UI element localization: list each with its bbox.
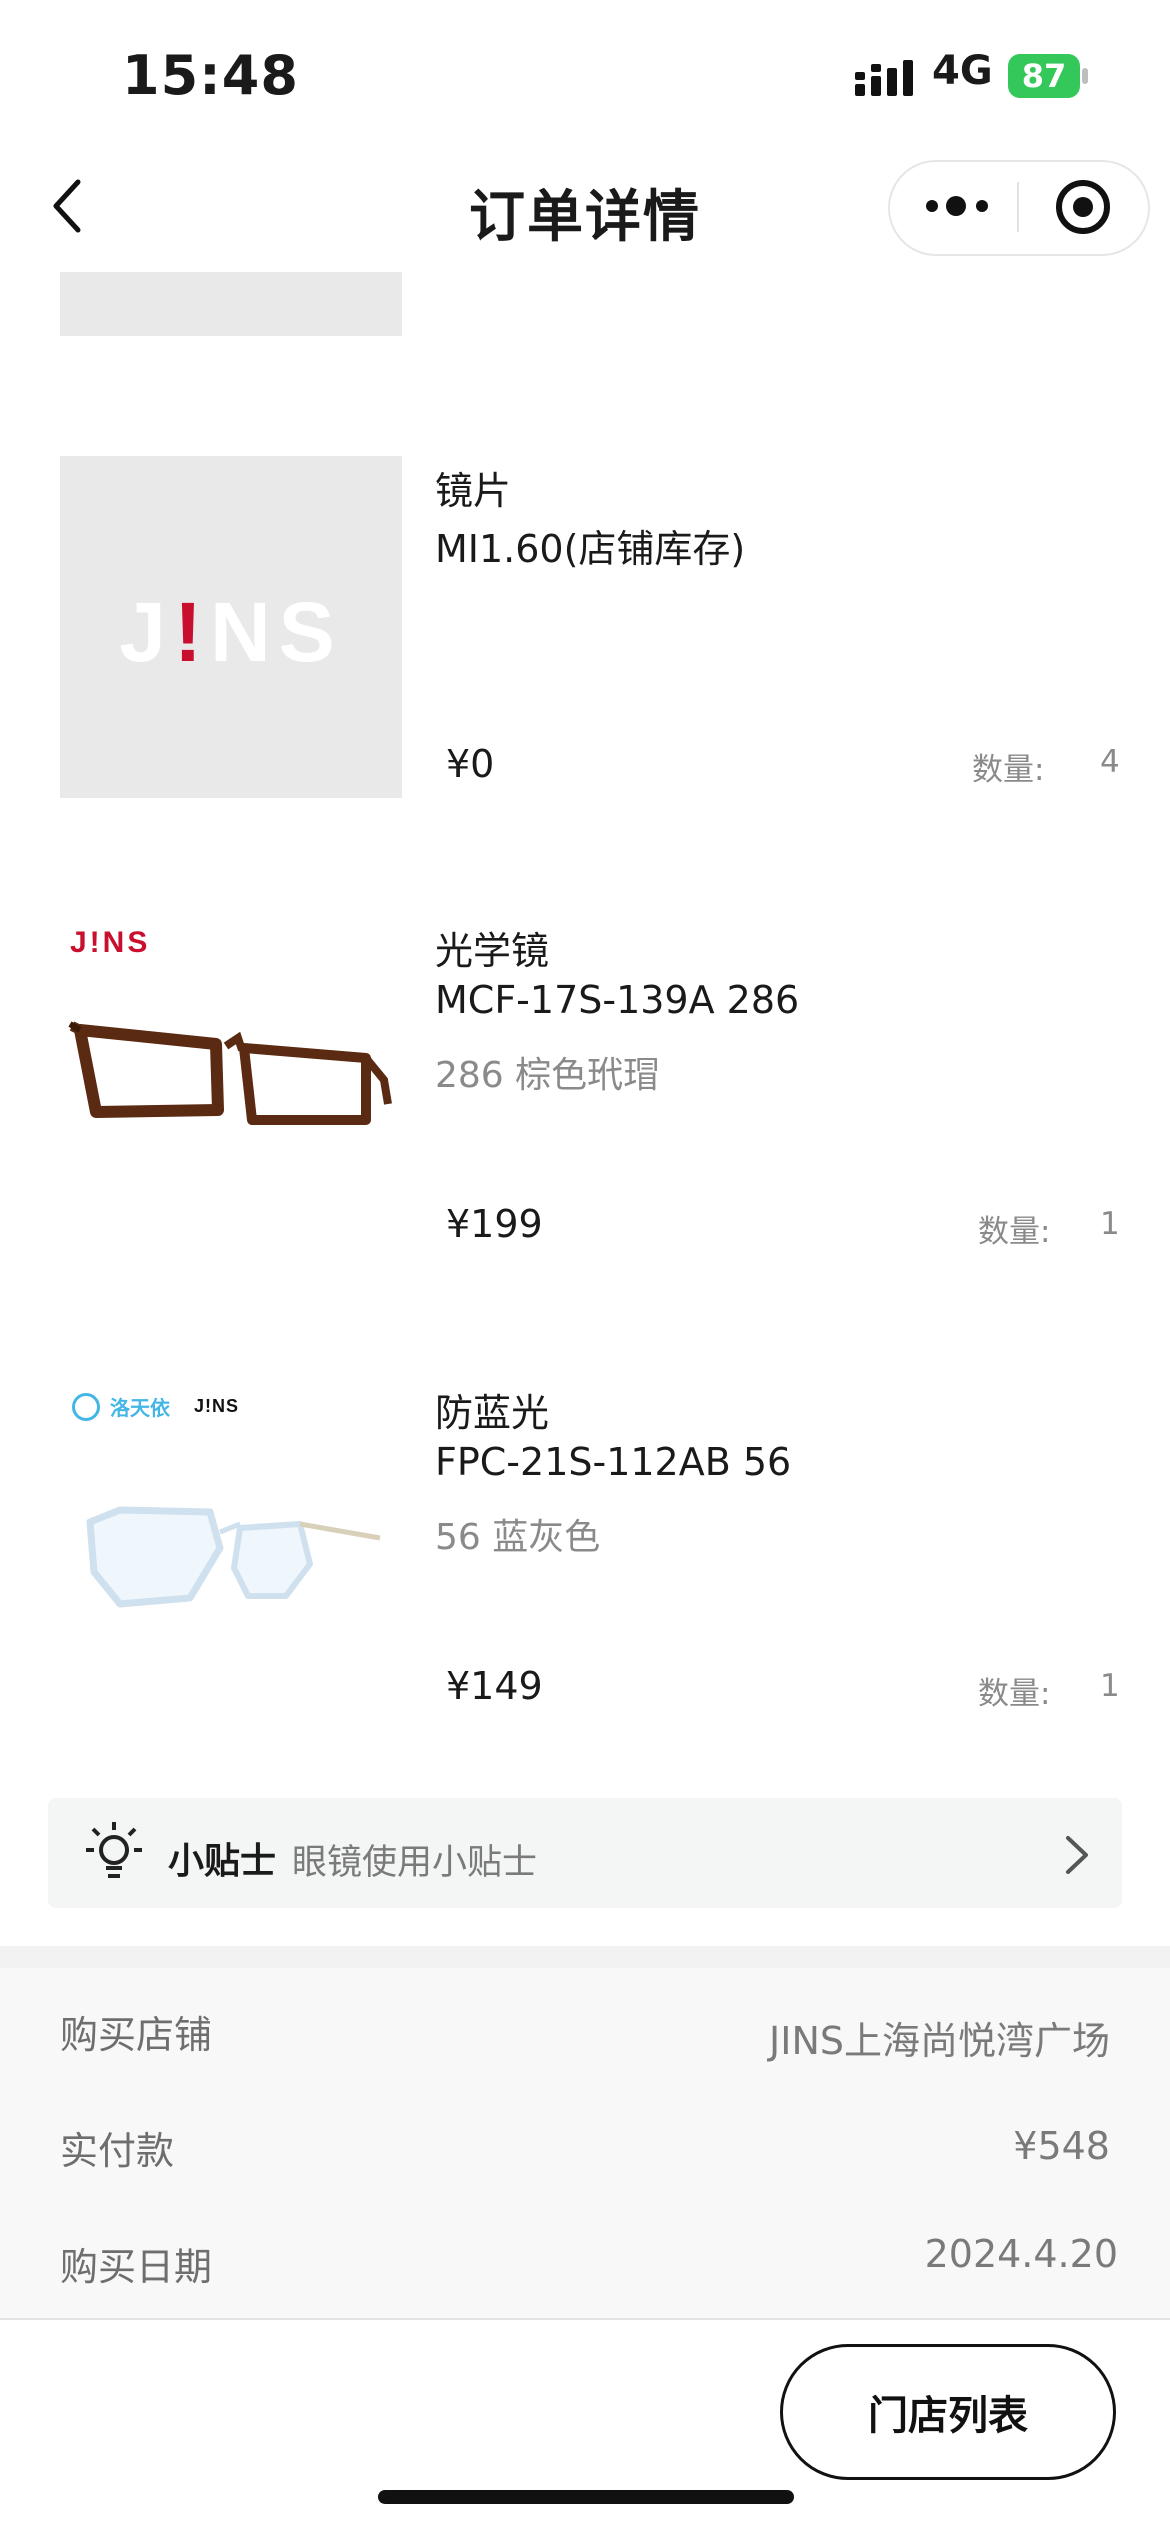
qty-label: 数量: (978, 1676, 1051, 1712)
item-price: ¥149 (446, 1664, 543, 1708)
store-value: JINS上海尚悦湾广场 (769, 2019, 1110, 2063)
target-icon[interactable] (1054, 178, 1112, 236)
lightbulb-icon (86, 1822, 142, 1878)
brown-glasses-image (68, 1021, 392, 1125)
more-dots-icon[interactable] (922, 186, 994, 226)
qty-label: 数量: (972, 752, 1045, 788)
clear-glasses-image (86, 1506, 381, 1608)
item-name: 光学镜 (435, 929, 550, 973)
status-time: 15:48 (122, 44, 299, 107)
store-label: 购买店铺 (60, 2013, 213, 2057)
network-type: 4G (932, 48, 993, 94)
item-sku: FPC-21S-112AB 56 (435, 1440, 792, 1484)
paid-value: ¥548 (1013, 2124, 1110, 2168)
battery-level: 87 (1021, 57, 1067, 95)
jins-logo-small: J!NS (194, 1396, 240, 1416)
capsule-divider (1017, 182, 1019, 232)
item-qty: 1 (1100, 1668, 1120, 1704)
paid-label: 实付款 (60, 2129, 175, 2173)
date-value: 2024.4.20 (924, 2232, 1118, 2276)
bluelight-glasses-thumbnail[interactable]: 洛天依 J!NS (60, 1378, 402, 1720)
tip-text: 眼镜使用小贴士 (292, 1843, 538, 1883)
item-name: 镜片 (435, 469, 512, 513)
badge-icon (72, 1392, 100, 1421)
item-qty: 1 (1100, 1206, 1120, 1242)
item-price: ¥0 (446, 742, 495, 786)
collab-brand: 洛天依 (110, 1396, 170, 1420)
footer-divider (0, 2318, 1170, 2320)
item-price: ¥199 (446, 1202, 543, 1246)
glasses-thumbnail[interactable]: J!NS (60, 916, 402, 1258)
store-list-button[interactable]: 门店列表 (780, 2344, 1116, 2480)
item-name: 防蓝光 (435, 1391, 550, 1435)
tip-title: 小贴士 (168, 1841, 277, 1882)
item-sku: MI1.60(店铺库存) (435, 527, 746, 571)
battery-icon: 87 (1008, 54, 1088, 98)
previous-item-thumbnail (60, 272, 402, 336)
brand-collab-logo: 洛天依 J!NS (72, 1392, 239, 1421)
chevron-right-icon (1066, 1836, 1088, 1874)
item-qty: 4 (1100, 744, 1120, 780)
item-variant: 286 棕色玳瑁 (435, 1055, 660, 1096)
item-sku: MCF-17S-139A 286 (435, 978, 800, 1022)
signal-icon (855, 60, 913, 96)
lens-thumbnail[interactable]: J!NS (60, 456, 402, 798)
qty-label: 数量: (978, 1214, 1051, 1250)
item-variant: 56 蓝灰色 (435, 1517, 601, 1558)
section-divider (0, 1946, 1170, 1968)
home-indicator (378, 2490, 794, 2504)
date-label: 购买日期 (60, 2245, 213, 2289)
jins-logo: J!NS (70, 926, 151, 959)
